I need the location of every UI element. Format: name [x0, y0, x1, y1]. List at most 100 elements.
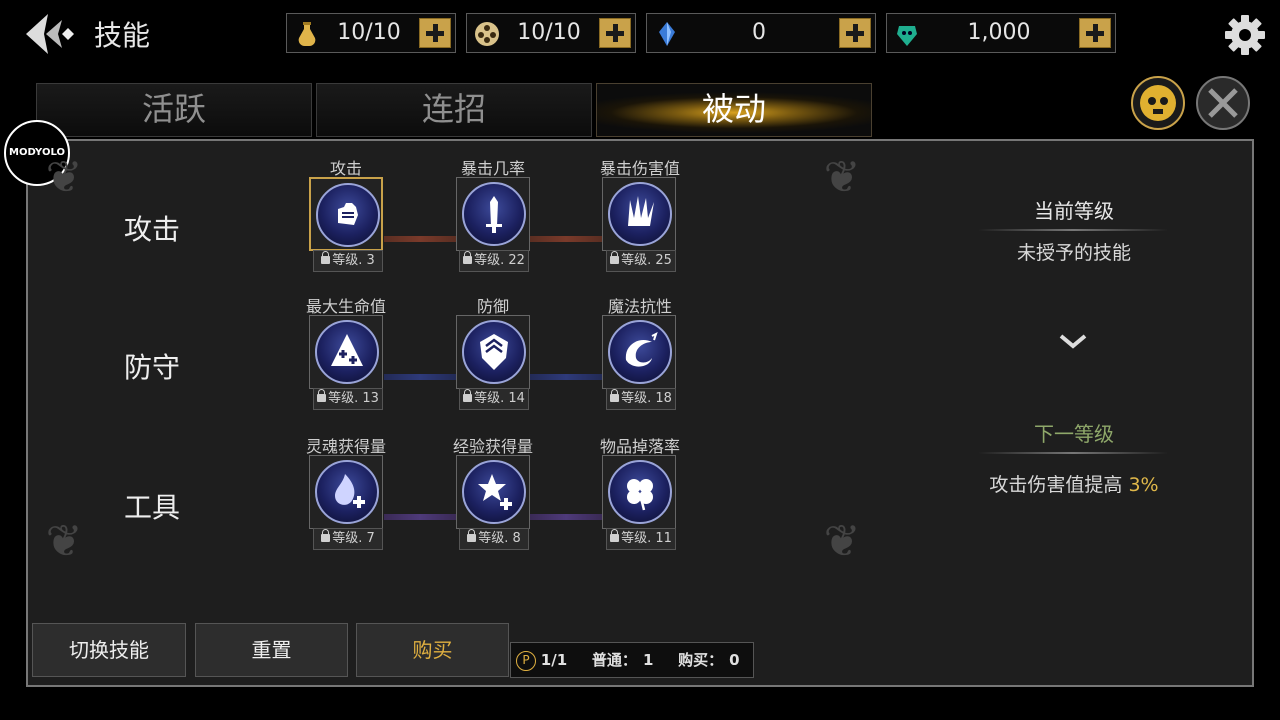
skill-title: 暴击伤害值	[599, 159, 680, 178]
skill-link	[384, 514, 456, 520]
skill-level: 等级. 7	[313, 528, 383, 550]
xp-plus-icon	[478, 474, 512, 510]
ornament-icon: ❦	[823, 516, 861, 567]
potion-icon	[298, 22, 316, 47]
lock-icon	[610, 389, 620, 402]
skill-title: 防御	[476, 297, 509, 316]
current-level-heading: 当前等级	[1034, 199, 1114, 223]
clover-icon	[627, 479, 653, 511]
skill-defense[interactable]	[456, 315, 530, 389]
lock-icon	[610, 529, 620, 542]
skill-level: 等级. 8	[459, 528, 529, 550]
skill-points-status: P 1/1 普通： 1 购买： 0	[510, 642, 754, 678]
skill-level: 等级. 11	[606, 528, 676, 550]
skill-level-text: 等级. 11	[621, 531, 672, 546]
skill-level-text: 等级. 7	[332, 531, 375, 546]
ornament-icon: ❦	[823, 152, 861, 203]
health-plus-icon	[331, 334, 363, 366]
sword-icon	[486, 196, 502, 233]
back-button[interactable]	[18, 10, 78, 58]
skill-title: 攻击	[329, 159, 362, 178]
skill-link	[384, 374, 456, 380]
lock-icon	[321, 529, 331, 542]
divider	[978, 229, 1168, 231]
skill-max-hp[interactable]	[309, 315, 383, 389]
resource-value: 0	[752, 20, 766, 45]
skill-level: 等级. 13	[313, 388, 383, 410]
row-label-attack: 攻击	[124, 213, 181, 246]
resource-soul: 1,000	[886, 13, 1116, 53]
row-label-tools: 工具	[124, 491, 181, 524]
skill-title: 经验获得量	[452, 437, 533, 456]
points-value: 1/1	[540, 651, 568, 669]
skill-level: 等级. 3	[313, 250, 383, 272]
skill-title: 灵魂获得量	[305, 437, 386, 456]
tab-combo[interactable]: 连招	[316, 83, 592, 137]
normal-label: 普通：	[591, 651, 637, 669]
next-level-desc: 攻击伤害值提高 3%	[954, 470, 1194, 497]
skill-level-text: 等级. 13	[328, 391, 379, 406]
buy-button[interactable]: 购买	[356, 623, 509, 677]
resource-value: 10/10	[337, 20, 401, 45]
add-crystal-button[interactable]	[839, 18, 871, 48]
skill-level: 等级. 14	[459, 388, 529, 410]
buy-count-value: 0	[729, 651, 740, 669]
skill-level-text: 等级. 18	[621, 391, 672, 406]
ornament-icon: ❦	[45, 516, 83, 567]
fist-icon	[338, 203, 358, 225]
skill-attack[interactable]	[309, 177, 383, 251]
shield-icon	[480, 334, 508, 370]
ornament-icon: ❦	[45, 152, 83, 203]
tab-active-skills[interactable]: 活跃	[36, 83, 312, 137]
skill-level-text: 等级. 22	[474, 253, 525, 268]
skill-link	[530, 236, 602, 242]
reset-button[interactable]: 重置	[195, 623, 348, 677]
skill-soul-gain[interactable]	[309, 455, 383, 529]
skill-magic-resist[interactable]	[602, 315, 676, 389]
soul-plus-icon	[335, 474, 365, 508]
add-potion-button[interactable]	[419, 18, 451, 48]
lock-icon	[463, 251, 473, 264]
lock-icon	[467, 529, 477, 542]
skill-link	[530, 374, 602, 380]
page-title: 技能	[94, 19, 151, 52]
tab-passive[interactable]: 被动	[596, 83, 872, 137]
skill-level-text: 等级. 14	[474, 391, 525, 406]
row-label-defense: 防守	[124, 351, 181, 384]
skill-crit-damage[interactable]	[602, 177, 676, 251]
resource-film: 10/10	[466, 13, 636, 53]
skill-title: 最大生命值	[305, 297, 386, 316]
magic-swirl-icon	[625, 332, 658, 367]
next-level-percent: 3%	[1128, 474, 1159, 496]
skill-level: 等级. 25	[606, 250, 676, 272]
swords-mode-button[interactable]	[1196, 76, 1250, 130]
add-soul-button[interactable]	[1079, 18, 1111, 48]
resource-value: 10/10	[517, 20, 581, 45]
resource-potion: 10/10	[286, 13, 456, 53]
gear-icon	[1225, 15, 1265, 55]
resource-crystal: 0	[646, 13, 876, 53]
skull-icon	[1140, 85, 1176, 121]
skill-title: 物品掉落率	[599, 437, 680, 456]
settings-button[interactable]	[1222, 12, 1268, 58]
divider	[978, 452, 1168, 454]
points-icon: P	[516, 650, 536, 671]
skill-link	[384, 236, 456, 242]
switch-skill-button[interactable]: 切换技能	[32, 623, 186, 677]
chevron-down-icon	[1058, 330, 1088, 352]
skill-item-drop[interactable]	[602, 455, 676, 529]
skill-crit-chance[interactable]	[456, 177, 530, 251]
lock-icon	[317, 389, 327, 402]
soul-gem-icon	[897, 26, 917, 46]
skill-xp-gain[interactable]	[456, 455, 530, 529]
blue-crystal-icon	[659, 22, 675, 46]
skill-level-text: 等级. 8	[478, 531, 521, 546]
skill-level: 等级. 18	[606, 388, 676, 410]
skill-title: 暴击几率	[460, 159, 525, 178]
add-film-button[interactable]	[599, 18, 631, 48]
current-level-value: 未授予的技能	[1016, 242, 1131, 264]
skull-mode-button[interactable]	[1131, 76, 1185, 130]
normal-value: 1	[642, 651, 654, 669]
skill-level-text: 等级. 3	[332, 253, 375, 268]
resource-value: 1,000	[967, 20, 1031, 45]
